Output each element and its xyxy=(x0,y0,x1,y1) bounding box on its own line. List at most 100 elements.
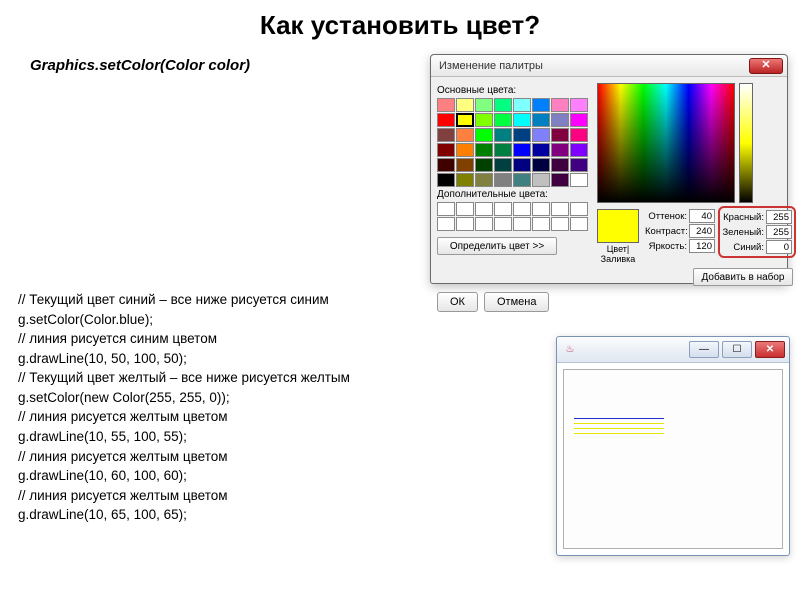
color-swatch[interactable] xyxy=(494,143,512,157)
define-color-button[interactable]: Определить цвет >> xyxy=(437,237,557,255)
cancel-button[interactable]: Отмена xyxy=(484,292,549,312)
color-swatch[interactable] xyxy=(570,113,588,127)
custom-color-slot[interactable] xyxy=(532,202,550,216)
color-swatch[interactable] xyxy=(513,173,531,187)
close-button[interactable]: ✕ xyxy=(755,341,785,358)
color-swatch[interactable] xyxy=(551,113,569,127)
color-swatch[interactable] xyxy=(494,158,512,172)
color-swatch[interactable] xyxy=(475,173,493,187)
color-swatch[interactable] xyxy=(513,143,531,157)
custom-color-slot[interactable] xyxy=(437,202,455,216)
lum-input[interactable] xyxy=(689,239,715,253)
color-swatch[interactable] xyxy=(456,143,474,157)
custom-color-slot[interactable] xyxy=(570,217,588,231)
custom-color-slot[interactable] xyxy=(513,217,531,231)
color-swatch[interactable] xyxy=(570,98,588,112)
color-swatch[interactable] xyxy=(456,98,474,112)
color-swatch[interactable] xyxy=(494,173,512,187)
custom-color-slot[interactable] xyxy=(456,202,474,216)
java-window-titlebar: ♨ — ☐ ✕ xyxy=(557,337,789,363)
extra-colors-label: Дополнительные цвета: xyxy=(437,189,591,200)
custom-color-slot[interactable] xyxy=(437,217,455,231)
custom-color-slot[interactable] xyxy=(532,217,550,231)
custom-color-slot[interactable] xyxy=(494,217,512,231)
blue-input[interactable] xyxy=(766,240,792,254)
luminance-slider[interactable] xyxy=(739,83,753,203)
code-line: // линия рисуется желтым цветом xyxy=(18,486,350,506)
color-swatch[interactable] xyxy=(551,158,569,172)
basic-colors-label: Основные цвета: xyxy=(437,85,591,96)
color-swatch[interactable] xyxy=(551,143,569,157)
color-swatch[interactable] xyxy=(437,143,455,157)
custom-color-slot[interactable] xyxy=(551,202,569,216)
drawn-line xyxy=(574,428,664,429)
drawn-line xyxy=(574,433,664,434)
color-swatch[interactable] xyxy=(456,158,474,172)
color-swatch[interactable] xyxy=(532,128,550,142)
color-swatch[interactable] xyxy=(570,173,588,187)
color-swatch[interactable] xyxy=(513,98,531,112)
color-swatch[interactable] xyxy=(532,158,550,172)
color-swatch[interactable] xyxy=(494,98,512,112)
custom-color-slot[interactable] xyxy=(475,202,493,216)
dialog-close-button[interactable]: ✕ xyxy=(749,58,783,74)
color-swatch[interactable] xyxy=(513,113,531,127)
hsl-inputs: Оттенок: Контраст: Яркость: xyxy=(645,209,715,253)
color-swatch[interactable] xyxy=(494,113,512,127)
custom-color-slot[interactable] xyxy=(513,202,531,216)
rgb-inputs-highlighted: Красный: Зеленый: Синий: xyxy=(721,209,793,255)
color-swatch[interactable] xyxy=(437,128,455,142)
maximize-button[interactable]: ☐ xyxy=(722,341,752,358)
color-swatch[interactable] xyxy=(475,128,493,142)
color-swatch[interactable] xyxy=(551,128,569,142)
sat-input[interactable] xyxy=(689,224,715,238)
code-line: g.drawLine(10, 65, 100, 65); xyxy=(18,505,350,525)
java-canvas xyxy=(563,369,783,549)
custom-color-slot[interactable] xyxy=(494,202,512,216)
color-swatch[interactable] xyxy=(475,143,493,157)
color-swatch[interactable] xyxy=(494,128,512,142)
add-to-custom-button[interactable]: Добавить в набор xyxy=(693,268,793,286)
hue-saturation-picker[interactable] xyxy=(597,83,735,203)
custom-color-slot[interactable] xyxy=(570,202,588,216)
color-swatch[interactable] xyxy=(513,158,531,172)
color-swatch[interactable] xyxy=(456,173,474,187)
minimize-button[interactable]: — xyxy=(689,341,719,358)
color-swatch[interactable] xyxy=(475,98,493,112)
color-swatch[interactable] xyxy=(437,173,455,187)
code-line: g.drawLine(10, 60, 100, 60); xyxy=(18,466,350,486)
color-swatch[interactable] xyxy=(475,158,493,172)
color-swatch[interactable] xyxy=(456,128,474,142)
color-swatch[interactable] xyxy=(532,98,550,112)
custom-color-slot[interactable] xyxy=(551,217,569,231)
color-swatch[interactable] xyxy=(570,128,588,142)
color-swatch[interactable] xyxy=(456,113,474,127)
color-swatch[interactable] xyxy=(532,113,550,127)
code-line: g.drawLine(10, 55, 100, 55); xyxy=(18,427,350,447)
red-label: Красный: xyxy=(722,212,764,223)
drawn-line xyxy=(574,418,664,419)
custom-color-slot[interactable] xyxy=(475,217,493,231)
red-input[interactable] xyxy=(766,210,792,224)
color-swatch[interactable] xyxy=(532,173,550,187)
color-swatch[interactable] xyxy=(570,158,588,172)
color-swatch[interactable] xyxy=(532,143,550,157)
color-swatch[interactable] xyxy=(570,143,588,157)
code-line: // Текущий цвет синий – все ниже рисуетс… xyxy=(18,290,350,310)
dialog-titlebar: Изменение палитры ✕ xyxy=(431,55,787,77)
ok-button[interactable]: ОК xyxy=(437,292,478,312)
hue-input[interactable] xyxy=(689,209,715,223)
color-swatch[interactable] xyxy=(475,113,493,127)
color-swatch[interactable] xyxy=(551,98,569,112)
code-line: // Текущий цвет желтый – все ниже рисует… xyxy=(18,368,350,388)
green-input[interactable] xyxy=(766,225,792,239)
custom-color-slot[interactable] xyxy=(456,217,474,231)
color-swatch[interactable] xyxy=(513,128,531,142)
lum-label: Яркость: xyxy=(645,241,687,252)
drawn-line xyxy=(574,423,664,424)
color-swatch[interactable] xyxy=(551,173,569,187)
extra-colors-grid xyxy=(437,202,591,231)
color-swatch[interactable] xyxy=(437,158,455,172)
color-swatch[interactable] xyxy=(437,113,455,127)
color-swatch[interactable] xyxy=(437,98,455,112)
